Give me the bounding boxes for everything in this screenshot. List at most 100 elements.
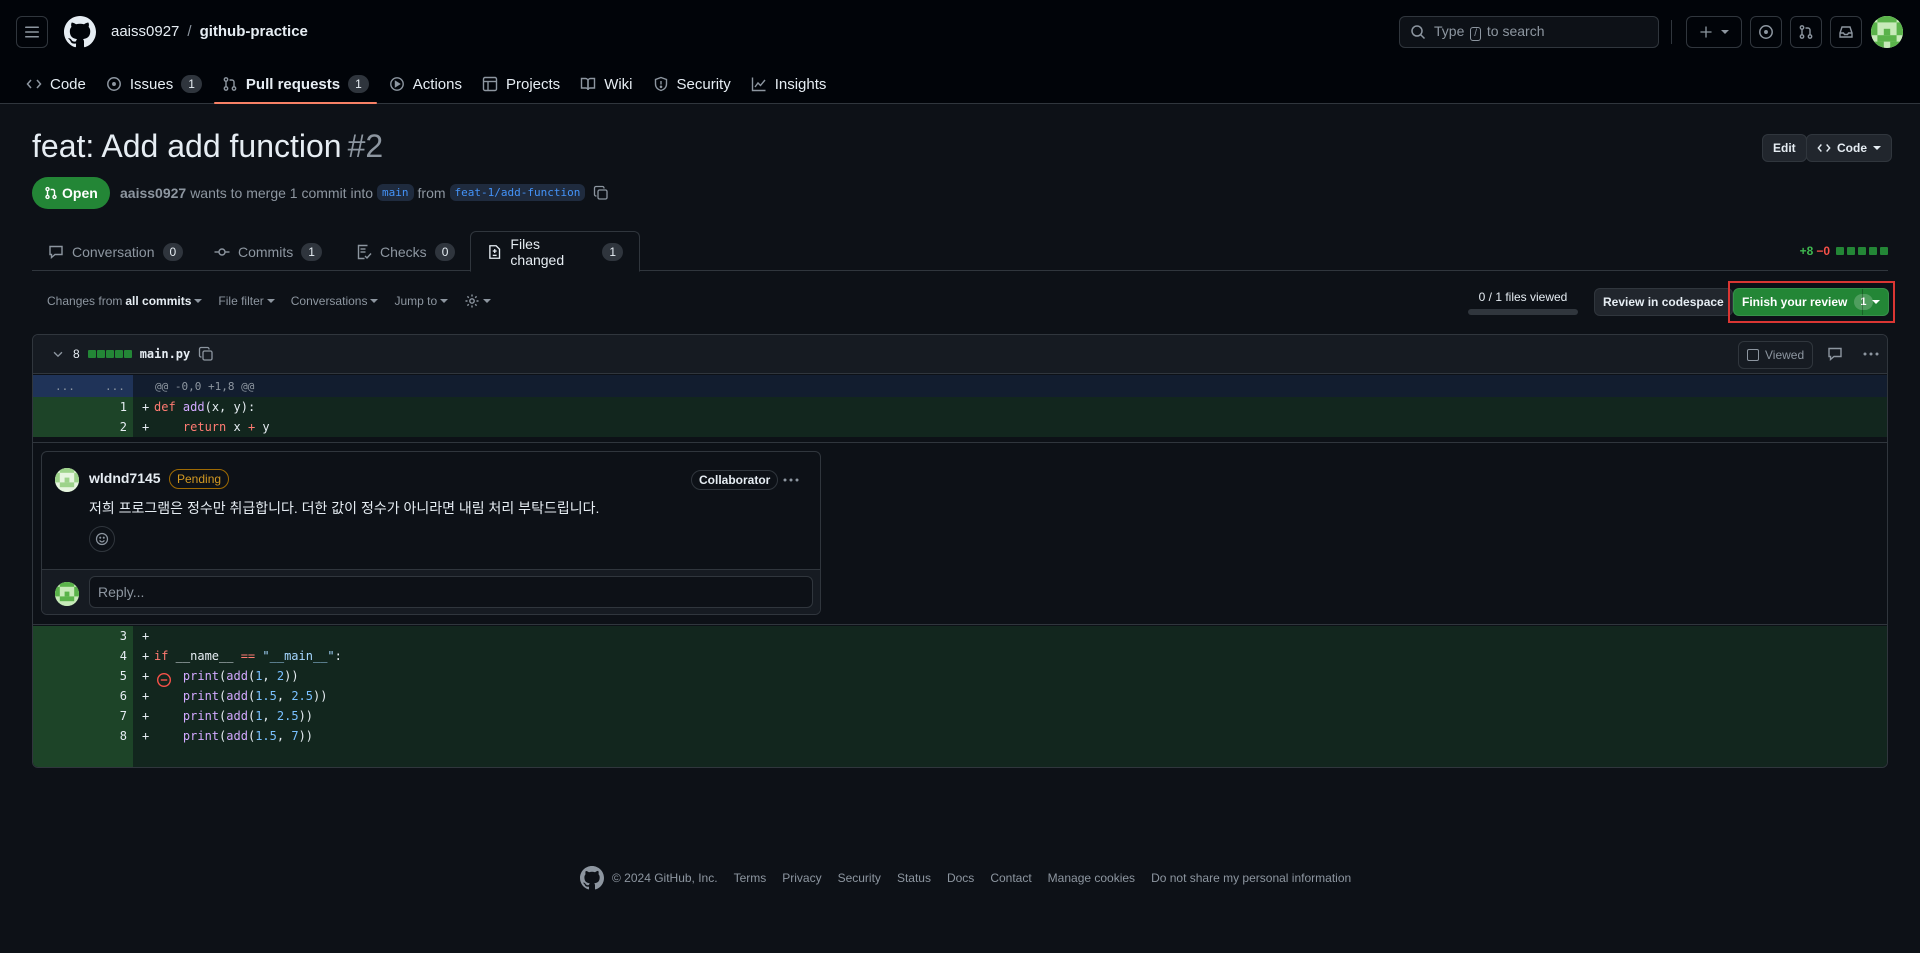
diff-line[interactable]: 5 + print(add(1, 2)) bbox=[33, 666, 1887, 686]
issue-icon bbox=[1759, 25, 1773, 39]
shield-icon bbox=[654, 76, 667, 92]
reply-input[interactable]: Reply... bbox=[89, 576, 813, 608]
expand-down-dots[interactable]: ... bbox=[105, 380, 125, 393]
diff-line[interactable]: 4 + if __name__ == "__main__": bbox=[33, 646, 1887, 666]
expand-up-dots[interactable]: ... bbox=[55, 380, 75, 393]
github-logo-icon[interactable] bbox=[580, 866, 604, 890]
footer-link-terms[interactable]: Terms bbox=[734, 871, 767, 885]
inline-comment-thread: wldnd7145 Pending Collaborator 저희 프로그램은 … bbox=[33, 442, 1887, 625]
edit-title-button[interactable]: Edit bbox=[1762, 134, 1807, 162]
jump-to-dropdown[interactable]: Jump to bbox=[394, 294, 449, 308]
diff-line[interactable]: 2 + return x + y bbox=[33, 417, 1887, 437]
tab-conversation[interactable]: Conversation 0 bbox=[32, 231, 199, 272]
search-shortcut-key: / bbox=[1470, 27, 1482, 41]
caret-down-icon bbox=[483, 299, 492, 303]
kebab-icon[interactable] bbox=[782, 472, 800, 488]
nav-pull-requests[interactable]: Pull requests 1 bbox=[212, 64, 379, 104]
file-filter-dropdown[interactable]: File filter bbox=[218, 294, 275, 308]
diff-line[interactable]: 3 + bbox=[33, 626, 1887, 646]
remove-icon[interactable] bbox=[156, 672, 172, 688]
footer-link-security[interactable]: Security bbox=[838, 871, 881, 885]
nav-wiki[interactable]: Wiki bbox=[570, 64, 642, 104]
copy-icon[interactable] bbox=[593, 185, 609, 201]
changes-from-dropdown[interactable]: Changes from all commits bbox=[47, 294, 203, 308]
line-gutter bbox=[33, 746, 133, 767]
comment-icon[interactable] bbox=[1827, 346, 1843, 362]
book-icon bbox=[580, 77, 596, 91]
footer-link-status[interactable]: Status bbox=[897, 871, 931, 885]
head-branch[interactable]: feat-1/add-function bbox=[449, 184, 586, 201]
user-avatar[interactable] bbox=[1871, 16, 1903, 48]
code-dropdown-button[interactable]: Code bbox=[1806, 134, 1892, 162]
finish-review-dropdown[interactable] bbox=[1862, 289, 1888, 315]
comment-icon bbox=[49, 245, 63, 259]
viewed-checkbox[interactable]: Viewed bbox=[1738, 341, 1814, 369]
line-number: 3 bbox=[119, 629, 127, 643]
github-logo-icon[interactable] bbox=[64, 16, 96, 48]
nav-code[interactable]: Code bbox=[16, 64, 96, 104]
tab-files-changed[interactable]: Files changed 1 bbox=[470, 231, 640, 272]
diff-line[interactable]: 7 + print(add(1, 2.5)) bbox=[33, 706, 1887, 726]
pr-author-link[interactable]: aaiss0927 bbox=[120, 185, 186, 201]
files-counter: 1 bbox=[602, 242, 623, 261]
conversations-dropdown[interactable]: Conversations bbox=[291, 294, 379, 308]
diff-sign: + bbox=[142, 629, 150, 643]
reply-area: Reply... bbox=[42, 569, 820, 614]
pull-request-icon bbox=[1799, 25, 1813, 39]
repo-name-link[interactable]: github-practice bbox=[200, 23, 308, 40]
file-changes-count: 8 bbox=[73, 347, 80, 361]
nav-actions[interactable]: Actions bbox=[379, 64, 472, 104]
tab-commits[interactable]: Commits 1 bbox=[198, 231, 338, 272]
search-input[interactable]: Type / to search bbox=[1399, 16, 1659, 48]
tab-conversation-label: Conversation bbox=[72, 243, 155, 260]
commenter-avatar[interactable] bbox=[55, 468, 79, 492]
nav-projects[interactable]: Projects bbox=[472, 64, 570, 104]
review-comment: wldnd7145 Pending Collaborator 저희 프로그램은 … bbox=[41, 451, 821, 615]
diff-line[interactable]: 1 + def add(x, y): bbox=[33, 397, 1887, 417]
copy-icon[interactable] bbox=[198, 346, 214, 362]
nav-insights[interactable]: Insights bbox=[741, 64, 837, 104]
smiley-icon bbox=[95, 532, 109, 546]
footer-link-do-not-share[interactable]: Do not share my personal information bbox=[1151, 871, 1351, 885]
footer-link-contact[interactable]: Contact bbox=[990, 871, 1031, 885]
repo-owner-link[interactable]: aaiss0927 bbox=[111, 23, 179, 40]
diff-line[interactable]: 6 + print(add(1.5, 2.5)) bbox=[33, 686, 1887, 706]
caret-down-icon bbox=[370, 299, 379, 303]
nav-projects-label: Projects bbox=[506, 75, 561, 93]
diff-settings-dropdown[interactable] bbox=[464, 293, 492, 309]
diff-line[interactable]: 8 + print(add(1.5, 7)) bbox=[33, 726, 1887, 746]
nav-security-label: Security bbox=[676, 75, 731, 93]
nav-issues[interactable]: Issues 1 bbox=[96, 64, 212, 104]
nav-security[interactable]: Security bbox=[643, 64, 741, 104]
file-name-link[interactable]: main.py bbox=[140, 347, 191, 361]
pull-requests-button[interactable] bbox=[1790, 16, 1822, 48]
chevron-down-icon[interactable] bbox=[51, 347, 65, 361]
diffstat-block bbox=[114, 350, 123, 358]
menu-button[interactable] bbox=[16, 16, 48, 48]
checklist-icon bbox=[357, 244, 372, 259]
add-reaction-button[interactable] bbox=[89, 526, 115, 552]
finish-review-button[interactable]: Finish your review 1 bbox=[1733, 288, 1889, 316]
table-icon bbox=[482, 76, 498, 92]
files-viewed-bar bbox=[1468, 309, 1578, 315]
comment-author[interactable]: wldnd7145 bbox=[89, 470, 161, 486]
kebab-icon[interactable] bbox=[1862, 346, 1880, 362]
inbox-button[interactable] bbox=[1830, 16, 1862, 48]
footer-link-manage-cookies[interactable]: Manage cookies bbox=[1048, 871, 1135, 885]
footer-link-docs[interactable]: Docs bbox=[947, 871, 974, 885]
caret-down-icon bbox=[266, 299, 275, 303]
footer-link-privacy[interactable]: Privacy bbox=[782, 871, 821, 885]
caret-down-icon bbox=[1871, 300, 1880, 304]
checks-counter: 0 bbox=[434, 242, 456, 261]
diffstat-block bbox=[1858, 247, 1866, 255]
nav-pulls-label: Pull requests bbox=[245, 75, 341, 93]
create-new-button[interactable] bbox=[1686, 16, 1742, 48]
issues-button[interactable] bbox=[1750, 16, 1782, 48]
pull-request-icon bbox=[45, 186, 57, 200]
caret-down-icon bbox=[440, 299, 449, 303]
nav-code-label: Code bbox=[50, 75, 86, 93]
base-branch[interactable]: main bbox=[377, 184, 414, 201]
tab-checks[interactable]: Checks 0 bbox=[340, 231, 471, 272]
review-in-codespace-button[interactable]: Review in codespace bbox=[1594, 288, 1733, 316]
code-text: return x + y bbox=[182, 420, 270, 434]
